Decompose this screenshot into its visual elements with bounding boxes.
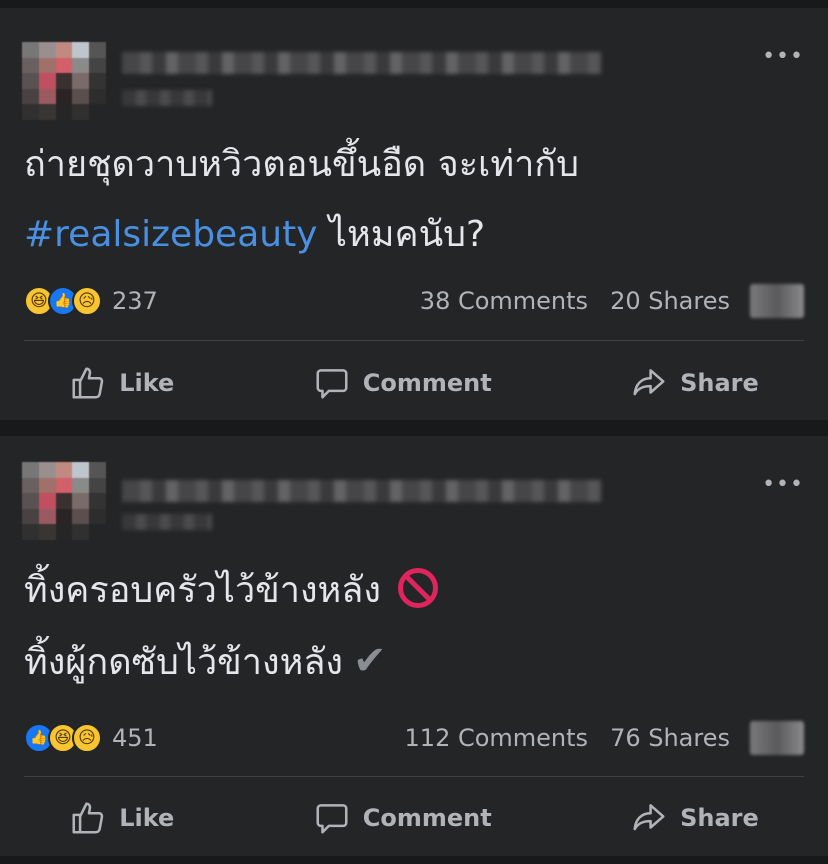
speech-bubble-icon: [316, 804, 348, 834]
share-arrow-icon: [633, 804, 665, 831]
like-button[interactable]: Like: [69, 799, 174, 837]
divider: [24, 340, 804, 341]
check-mark-icon: ✔: [352, 638, 387, 684]
thumbs-up-icon: [72, 367, 104, 399]
thumbs-up-icon: [72, 802, 104, 834]
author-name-redacted[interactable]: [122, 480, 602, 502]
post-text: ถ่ายชุดวาบหวิวตอนขึ้นอืด จะเท่ากับ #real…: [24, 130, 804, 270]
comments-count[interactable]: 38 Comments: [420, 287, 588, 315]
divider: [24, 776, 804, 777]
comment-label: Comment: [362, 369, 492, 397]
post-text-line2: #realsizebeauty ไหมคนับ?: [24, 200, 804, 270]
sad-icon: 😥: [72, 286, 102, 316]
more-options-icon[interactable]: •••: [762, 472, 804, 497]
comment-label: Comment: [362, 804, 492, 832]
like-button[interactable]: Like: [69, 364, 174, 402]
post-text-line1: ทิ้งครอบครัวไว้ข้างหลัง: [24, 556, 804, 626]
shares-count[interactable]: 20 Shares: [610, 287, 730, 315]
shares-count[interactable]: 76 Shares: [610, 724, 730, 752]
share-arrow-icon: [633, 369, 665, 396]
post-timestamp-redacted[interactable]: [122, 90, 212, 106]
no-entry-icon: [398, 568, 439, 608]
viewer-avatar-redacted[interactable]: [750, 721, 804, 755]
post-card: ••• ถ่ายชุดวาบหวิวตอนขึ้นอืด จะเท่ากับ #…: [0, 8, 828, 420]
post-stats: 👍 😆 😥 451 112 Comments 76 Shares: [24, 718, 804, 758]
comment-button[interactable]: Comment: [313, 799, 492, 837]
post-text-line1: ถ่ายชุดวาบหวิวตอนขึ้นอืด จะเท่ากับ: [24, 144, 579, 185]
post-timestamp-redacted[interactable]: [122, 514, 212, 530]
author-name-redacted[interactable]: [122, 52, 602, 74]
like-label: Like: [119, 804, 175, 832]
like-label: Like: [119, 369, 175, 397]
post-card: ••• ทิ้งครอบครัวไว้ข้างหลัง ทิ้งผู้กดซับ…: [0, 436, 828, 856]
post-actions: Like Comment Share: [0, 353, 828, 413]
reaction-summary[interactable]: 👍 😆 😥 451: [24, 723, 158, 753]
speech-bubble-icon: [316, 369, 348, 399]
post-text-line2-rest: ไหมคนับ?: [317, 214, 486, 255]
sad-icon: 😥: [72, 723, 102, 753]
share-label: Share: [680, 369, 759, 397]
share-button[interactable]: Share: [630, 799, 759, 837]
post-stats: 😆 👍 😥 237 38 Comments 20 Shares: [24, 281, 804, 321]
avatar[interactable]: [22, 42, 106, 120]
post-actions: Like Comment Share: [0, 788, 828, 848]
share-button[interactable]: Share: [630, 364, 759, 402]
more-options-icon[interactable]: •••: [762, 44, 804, 69]
share-label: Share: [680, 804, 759, 832]
comment-button[interactable]: Comment: [313, 364, 492, 402]
post-text-line2: ทิ้งผู้กดซับไว้ข้างหลัง ✔: [24, 638, 387, 684]
avatar[interactable]: [22, 462, 106, 540]
hashtag-link[interactable]: #realsizebeauty: [24, 214, 317, 255]
comments-count[interactable]: 112 Comments: [405, 724, 589, 752]
reaction-count: 451: [112, 724, 158, 752]
reaction-count: 237: [112, 287, 158, 315]
post-text: ทิ้งครอบครัวไว้ข้างหลัง ทิ้งผู้กดซับไว้ข…: [24, 556, 804, 698]
viewer-avatar-redacted[interactable]: [750, 284, 804, 318]
reaction-summary[interactable]: 😆 👍 😥 237: [24, 286, 158, 316]
